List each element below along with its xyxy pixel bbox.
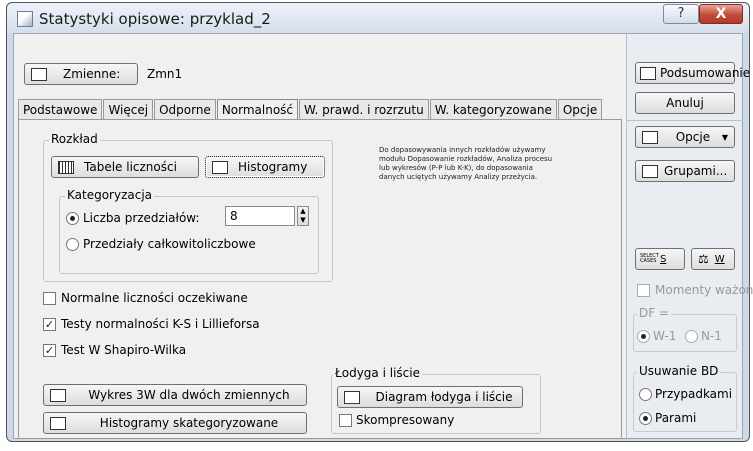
weighted-moments-label: Momenty ważone [655, 283, 753, 297]
frequency-tables-label: Tabele liczności [84, 160, 177, 174]
by-group-label: Grupami... [664, 164, 728, 178]
summary-button[interactable]: Podsumowanie [635, 62, 750, 84]
expected-normal-label: Normalne liczności oczekiwane [61, 291, 248, 305]
shapiro-wilk-label: Test W Shapiro-Wilka [61, 343, 187, 357]
compressed-label: Skompresowany [356, 413, 455, 427]
integer-intervals-label: Przedziały całkowitoliczbowe [83, 237, 256, 251]
by-group-button[interactable]: Grupami... [635, 160, 735, 182]
num-intervals-value: 8 [230, 209, 238, 223]
categorization-group-title: Kategoryzacja [65, 188, 155, 202]
num-intervals-label: Liczba przedziałów: [83, 211, 200, 225]
window-title: Statystyki opisowe: przyklad_2 [39, 10, 271, 28]
distribution-group-title: Rozkład [49, 132, 100, 146]
by-group-icon [642, 164, 658, 178]
title-bar: Statystyki opisowe: przyklad_2 ? X [7, 3, 749, 33]
normality-tab-panel: Rozkład Tabele liczności Histogramy Do d… [18, 119, 622, 439]
shapiro-wilk-checkbox[interactable]: ✓ [43, 344, 56, 357]
variables-icon [31, 67, 47, 81]
histograms-label: Histogramy [238, 160, 308, 174]
dropdown-arrow-icon: ▼ [721, 132, 728, 142]
histogram-icon [212, 160, 228, 174]
cancel-label: Anuluj [666, 96, 704, 110]
casewise-label: Przypadkami [655, 387, 733, 401]
help-button[interactable]: ? [663, 4, 699, 24]
frequency-tables-button[interactable]: Tabele liczności [51, 156, 199, 178]
table-icon [58, 160, 74, 174]
select-cases-icon: SELECT CASES [640, 253, 659, 264]
plot-3d-button[interactable]: Wykres 3W dla dwóch zmiennych [43, 384, 307, 406]
options-label: Opcje [675, 130, 711, 144]
num-intervals-spinner[interactable]: ▲ ▼ [297, 206, 309, 226]
action-sidebar: Podsumowanie Anuluj Opcje ▼ Grupami... S… [626, 34, 753, 438]
weight-button[interactable]: ⚖ W [691, 248, 735, 270]
compressed-checkbox[interactable] [339, 414, 352, 427]
histograms-button[interactable]: Histogramy [205, 156, 325, 178]
weight-w-label: W [714, 253, 725, 265]
df-n1-radio[interactable] [685, 330, 698, 343]
pairwise-label: Parami [655, 411, 697, 425]
plot-3d-label: Wykres 3W dla dwóch zmiennych [88, 388, 290, 402]
options-button[interactable]: Opcje ▼ [635, 126, 735, 148]
expected-normal-checkbox[interactable] [43, 292, 56, 305]
summary-label: Podsumowanie [660, 66, 751, 80]
weight-icon: ⚖ [698, 252, 709, 266]
app-icon [17, 11, 33, 27]
df-w1-label: W-1 [653, 329, 677, 343]
categorized-histograms-label: Histogramy skategoryzowane [99, 416, 279, 430]
df-w1-radio[interactable] [637, 330, 650, 343]
missing-data-title: Usuwanie BD [637, 364, 721, 378]
select-cases-button[interactable]: SELECT CASES S [635, 248, 685, 270]
pairwise-radio[interactable] [639, 412, 652, 425]
stem-leaf-icon [344, 390, 360, 404]
summary-icon [640, 66, 656, 80]
cancel-button[interactable]: Anuluj [635, 92, 735, 114]
num-intervals-input[interactable]: 8 [225, 206, 295, 226]
dialog-client-area: Zmienne: Zmn1 Podstawowe Więcej Odporne … [13, 33, 753, 439]
df-label: DF = [637, 306, 672, 320]
tab-strip: Podstawowe Więcej Odporne Normalność W. … [18, 99, 603, 125]
stem-leaf-diagram-label: Diagram łodyga i liście [375, 390, 513, 404]
df-n1-label: N-1 [701, 329, 722, 343]
options-icon [642, 130, 658, 144]
num-intervals-radio[interactable] [66, 212, 79, 225]
categorized-histograms-icon [50, 416, 66, 430]
stem-leaf-diagram-button[interactable]: Diagram łodyga i liście [337, 386, 523, 408]
casewise-radio[interactable] [639, 388, 652, 401]
close-button[interactable]: X [699, 4, 743, 24]
plot-3d-icon [50, 388, 66, 402]
dialog-window: Statystyki opisowe: przyklad_2 ? X Zmien… [6, 2, 753, 442]
sidebar-separator [627, 120, 743, 121]
weighted-moments-checkbox[interactable] [637, 284, 650, 297]
variables-button[interactable]: Zmienne: [24, 63, 138, 85]
ks-lilliefors-checkbox[interactable]: ✓ [43, 318, 56, 331]
categorized-histograms-button[interactable]: Histogramy skategoryzowane [43, 412, 307, 434]
select-cases-s-label: S [660, 253, 667, 265]
variables-button-label: Zmienne: [63, 67, 121, 81]
variables-value: Zmn1 [147, 67, 183, 81]
distribution-info-text: Do dopasowywania innych rozkładów używam… [379, 146, 553, 181]
stem-leaf-group-title: Łodyga i liście [333, 366, 422, 380]
integer-intervals-radio[interactable] [66, 238, 79, 251]
ks-lilliefors-label: Testy normalności K-S i Lillieforsa [61, 317, 260, 331]
